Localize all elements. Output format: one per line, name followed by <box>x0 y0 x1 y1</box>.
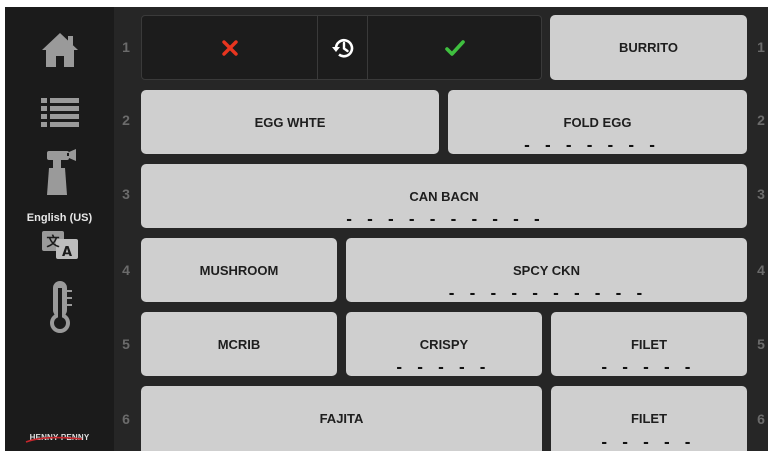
product-button-egg-white[interactable]: EGG WHTE <box>141 90 439 154</box>
empty-timer-dashes: - - - - - - - - - - <box>600 365 698 371</box>
brand-swoosh-icon <box>25 436 83 443</box>
svg-text:A: A <box>61 245 71 259</box>
product-label: MCRIB <box>217 336 261 352</box>
check-icon <box>445 39 465 56</box>
svg-text:文: 文 <box>46 234 60 250</box>
language-label[interactable]: English (US) <box>5 212 114 224</box>
product-label: CRISPY <box>419 336 469 352</box>
home-icon <box>41 33 78 67</box>
row-number-right: 4 <box>757 262 765 278</box>
empty-timer-dashes: - - - - - - - - - - <box>345 217 543 223</box>
cancel-button[interactable] <box>142 16 317 79</box>
product-label: FAJITA <box>319 411 364 426</box>
row-number-left: 2 <box>122 112 130 128</box>
row-number-left: 5 <box>122 336 130 352</box>
row-number-left: 1 <box>122 39 130 55</box>
history-icon <box>331 38 353 58</box>
translate-icon: 文 A <box>41 231 78 259</box>
action-bar <box>141 15 542 80</box>
row-number-right: 1 <box>757 39 765 55</box>
product-button-filet[interactable]: FILET - - - - - - - - - - <box>551 312 747 376</box>
list-icon <box>40 98 79 127</box>
product-label: FOLD EGG <box>563 114 632 130</box>
product-label: SPCY CKN <box>513 262 580 278</box>
product-label: MUSHROOM <box>199 262 279 278</box>
close-icon <box>221 39 238 56</box>
product-button-filet-2[interactable]: FILET - - - - - - - - - - <box>551 386 747 451</box>
row-number-right: 5 <box>757 336 765 352</box>
clean-button[interactable] <box>5 147 114 199</box>
row-number-right: 2 <box>757 112 765 128</box>
product-button-mushroom[interactable]: MUSHROOM <box>141 238 337 302</box>
row-number-left: 4 <box>122 262 130 278</box>
sidebar: English (US) 文 A HENNY PENNY <box>5 7 114 451</box>
product-label: CAN BACN <box>409 188 479 204</box>
row-number-left: 3 <box>122 186 130 202</box>
thermometer-icon <box>49 281 72 333</box>
empty-timer-dashes: - - - - - - - - - - <box>523 143 673 149</box>
product-label: BURRITO <box>619 40 678 55</box>
home-button[interactable] <box>5 25 114 75</box>
fryer-controller-screen: English (US) 文 A HENNY PENNY 1 2 3 4 5 6… <box>0 0 768 451</box>
product-button-burrito[interactable]: BURRITO <box>550 15 747 80</box>
product-button-can-bacon[interactable]: CAN BACN - - - - - - - - - - <box>141 164 747 228</box>
row-number-left: 6 <box>122 411 130 427</box>
empty-timer-dashes: - - - - - - - - - - <box>447 291 645 297</box>
product-label: FILET <box>630 411 668 426</box>
history-button[interactable] <box>318 16 367 79</box>
row-number-right: 3 <box>757 186 765 202</box>
language-button[interactable]: 文 A <box>5 229 114 261</box>
empty-timer-dashes: - - - - - - - - - - <box>395 365 493 371</box>
row-number-right: 6 <box>757 411 765 427</box>
product-button-spicy-chicken[interactable]: SPCY CKN - - - - - - - - - - <box>346 238 747 302</box>
product-button-fold-egg[interactable]: FOLD EGG - - - - - - - - - - <box>448 90 747 154</box>
product-button-mcrib[interactable]: MCRIB <box>141 312 337 376</box>
product-button-crispy[interactable]: CRISPY - - - - - - - - - - <box>346 312 542 376</box>
empty-timer-dashes: - - - - - - - - - - <box>600 440 698 446</box>
product-label: FILET <box>630 336 668 352</box>
product-label: EGG WHTE <box>254 114 326 130</box>
product-button-fajita[interactable]: FAJITA <box>141 386 542 451</box>
spray-bottle-icon <box>46 149 76 195</box>
menu-list-button[interactable] <box>5 90 114 134</box>
confirm-button[interactable] <box>368 16 542 79</box>
temperature-button[interactable] <box>5 277 114 337</box>
